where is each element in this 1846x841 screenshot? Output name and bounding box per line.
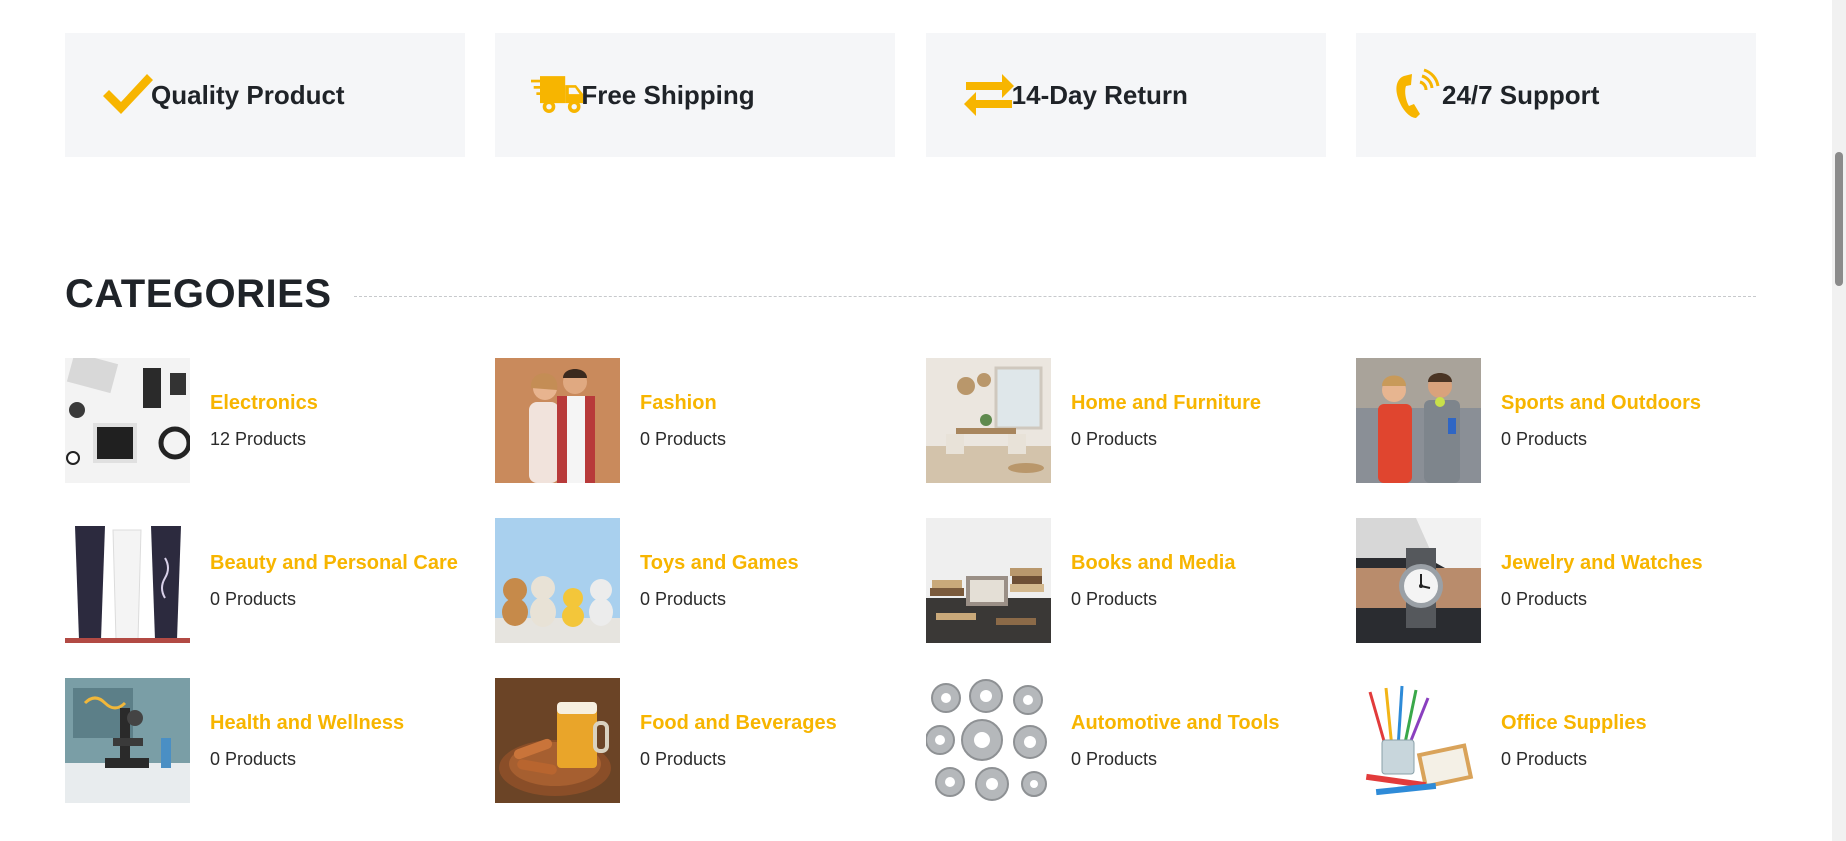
category-name[interactable]: Toys and Games — [640, 552, 799, 575]
page-scrollbar[interactable] — [1832, 0, 1846, 841]
category-name[interactable]: Food and Beverages — [640, 712, 837, 735]
feature-label: 14-Day Return — [1011, 79, 1188, 110]
category-image — [65, 518, 190, 643]
category-count: 12 Products — [210, 428, 307, 449]
category-toys-and-games[interactable]: Toys and Games 0 Products — [495, 518, 895, 643]
category-name[interactable]: Health and Wellness — [210, 712, 404, 735]
feature-label: Free Shipping — [581, 79, 755, 110]
phone-call-icon — [1392, 68, 1446, 122]
category-name[interactable]: Fashion — [640, 392, 726, 415]
category-image — [1356, 358, 1481, 483]
category-food-and-beverages[interactable]: Food and Beverages 0 Products — [495, 678, 895, 803]
feature-quality: Quality Product — [65, 33, 465, 157]
category-text: Automotive and Tools 0 Products — [1071, 712, 1280, 770]
category-fashion[interactable]: Fashion 0 Products — [495, 358, 895, 483]
category-count: 0 Products — [1501, 588, 1588, 609]
category-count: 0 Products — [640, 588, 727, 609]
category-image — [495, 358, 620, 483]
category-text: Office Supplies 0 Products — [1501, 712, 1647, 770]
category-name[interactable]: Beauty and Personal Care — [210, 552, 458, 575]
section-title: CATEGORIES — [65, 272, 332, 316]
feature-shipping: Free Shipping — [495, 33, 896, 157]
category-books-and-media[interactable]: Books and Media 0 Products — [926, 518, 1326, 643]
category-office-supplies[interactable]: Office Supplies 0 Products — [1356, 678, 1756, 803]
category-name[interactable]: Books and Media — [1071, 552, 1235, 575]
category-count: 0 Products — [210, 588, 297, 609]
category-text: Sports and Outdoors 0 Products — [1501, 392, 1701, 450]
category-count: 0 Products — [210, 748, 297, 769]
category-text: Home and Furniture 0 Products — [1071, 392, 1261, 450]
checkmark-icon — [101, 68, 155, 122]
category-image — [1356, 518, 1481, 643]
category-name[interactable]: Automotive and Tools — [1071, 712, 1280, 735]
category-count: 0 Products — [1501, 428, 1588, 449]
category-health-and-wellness[interactable]: Health and Wellness 0 Products — [65, 678, 465, 803]
category-beauty-and-personal-care[interactable]: Beauty and Personal Care 0 Products — [65, 518, 465, 643]
category-electronics[interactable]: Electronics 12 Products — [65, 358, 465, 483]
category-image — [926, 518, 1051, 643]
category-image — [1356, 678, 1481, 803]
feature-label: 24/7 Support — [1441, 79, 1600, 110]
heading-divider — [353, 296, 1756, 297]
category-text: Fashion 0 Products — [640, 392, 726, 450]
category-sports-and-outdoors[interactable]: Sports and Outdoors 0 Products — [1356, 358, 1756, 483]
features-row: Quality Product Free Shipping 14-Day Ret… — [65, 33, 1756, 157]
category-name[interactable]: Office Supplies — [1501, 712, 1647, 735]
category-text: Books and Media 0 Products — [1071, 552, 1235, 610]
category-image — [926, 678, 1051, 803]
delivery-truck-icon — [531, 68, 585, 122]
category-count: 0 Products — [640, 428, 727, 449]
category-text: Electronics 12 Products — [210, 392, 318, 450]
category-image — [495, 678, 620, 803]
category-home-and-furniture[interactable]: Home and Furniture 0 Products — [926, 358, 1326, 483]
category-name[interactable]: Sports and Outdoors — [1501, 392, 1701, 415]
category-text: Food and Beverages 0 Products — [640, 712, 837, 770]
category-name[interactable]: Home and Furniture — [1071, 392, 1261, 415]
feature-return: 14-Day Return — [925, 33, 1326, 157]
category-image — [65, 358, 190, 483]
category-text: Toys and Games 0 Products — [640, 552, 799, 610]
categories-heading: CATEGORIES — [65, 272, 1756, 317]
category-count: 0 Products — [1501, 748, 1588, 769]
feature-label: Quality Product — [151, 79, 345, 110]
category-count: 0 Products — [1071, 588, 1158, 609]
category-image — [65, 678, 190, 803]
category-text: Beauty and Personal Care 0 Products — [210, 552, 458, 610]
feature-support: 24/7 Support — [1355, 33, 1756, 157]
category-count: 0 Products — [640, 748, 727, 769]
category-count: 0 Products — [1071, 748, 1158, 769]
category-image — [926, 358, 1051, 483]
category-text: Health and Wellness 0 Products — [210, 712, 404, 770]
category-automotive-and-tools[interactable]: Automotive and Tools 0 Products — [926, 678, 1326, 803]
exchange-arrows-icon — [962, 68, 1016, 122]
scrollbar-thumb[interactable] — [1835, 152, 1843, 286]
category-name[interactable]: Electronics — [210, 392, 318, 415]
category-text: Jewelry and Watches 0 Products — [1501, 552, 1703, 610]
category-image — [495, 518, 620, 643]
category-name[interactable]: Jewelry and Watches — [1501, 552, 1703, 575]
category-count: 0 Products — [1071, 428, 1158, 449]
category-jewelry-and-watches[interactable]: Jewelry and Watches 0 Products — [1356, 518, 1756, 643]
